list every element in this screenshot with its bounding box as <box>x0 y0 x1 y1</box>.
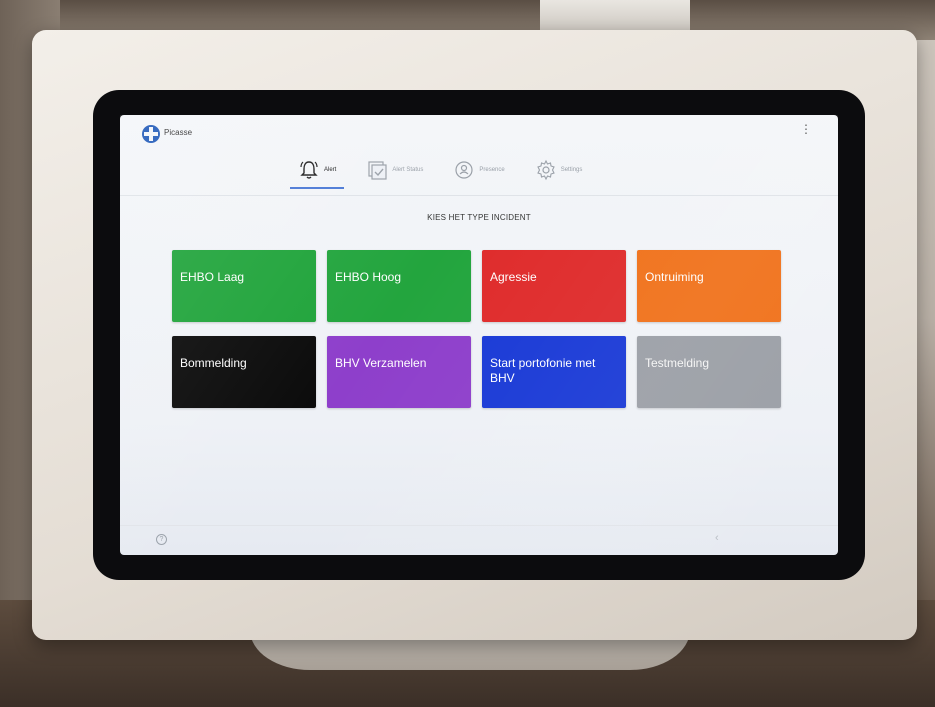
app-logo-icon <box>142 125 160 143</box>
incident-tile-grid: EHBO Laag EHBO Hoog Agressie Ontruiming … <box>172 250 792 410</box>
tab-settings[interactable]: Settings <box>527 153 591 187</box>
incident-type-heading: KIES HET TYPE INCIDENT <box>427 213 531 222</box>
tab-presence-label: Presence <box>479 167 505 173</box>
gear-icon <box>536 159 555 181</box>
tab-alert-status[interactable]: Alert Status <box>358 153 431 187</box>
app-title: Picasse <box>164 128 193 137</box>
tablet-screen: Picasse ⋮ Alert Alert Status Presence Se… <box>120 115 838 555</box>
overflow-menu-icon[interactable]: ⋮ <box>800 123 812 135</box>
tile-ehbo-hoog-button[interactable]: EHBO Hoog <box>327 250 471 322</box>
app-bar: Picasse ⋮ Alert Alert Status Presence Se… <box>120 115 838 196</box>
tile-start-portofonie-button[interactable]: Start portofonie met BHV <box>482 336 626 408</box>
tile-agressie-button[interactable]: Agressie <box>482 250 626 322</box>
tile-ontruiming-button[interactable]: Ontruiming <box>637 250 781 322</box>
tile-ehbo-laag-button[interactable]: EHBO Laag <box>172 250 316 322</box>
bottom-bar: ? ‹ <box>120 525 838 555</box>
bell-icon <box>300 161 318 179</box>
tab-presence[interactable]: Presence <box>445 153 512 187</box>
tile-bhv-verzamelen-button[interactable]: BHV Verzamelen <box>327 336 471 408</box>
tab-alert-status-label: Alert Status <box>392 167 424 173</box>
photo-scene: Picasse ⋮ Alert Alert Status Presence Se… <box>0 0 935 707</box>
tile-testmelding-button[interactable]: Testmelding <box>637 336 781 408</box>
tab-settings-label: Settings <box>560 167 583 173</box>
background-window <box>540 0 690 30</box>
tab-alert[interactable]: Alert <box>290 153 345 189</box>
checkbox-icon <box>368 161 387 180</box>
tab-alert-label: Alert <box>324 167 337 173</box>
back-chevron-icon[interactable]: ‹ <box>715 532 719 544</box>
tile-bommelding-button[interactable]: Bommelding <box>172 336 316 408</box>
tab-bar: Alert Alert Status Presence Settings <box>290 153 710 189</box>
person-icon <box>455 161 473 179</box>
question-icon[interactable]: ? <box>156 534 167 545</box>
